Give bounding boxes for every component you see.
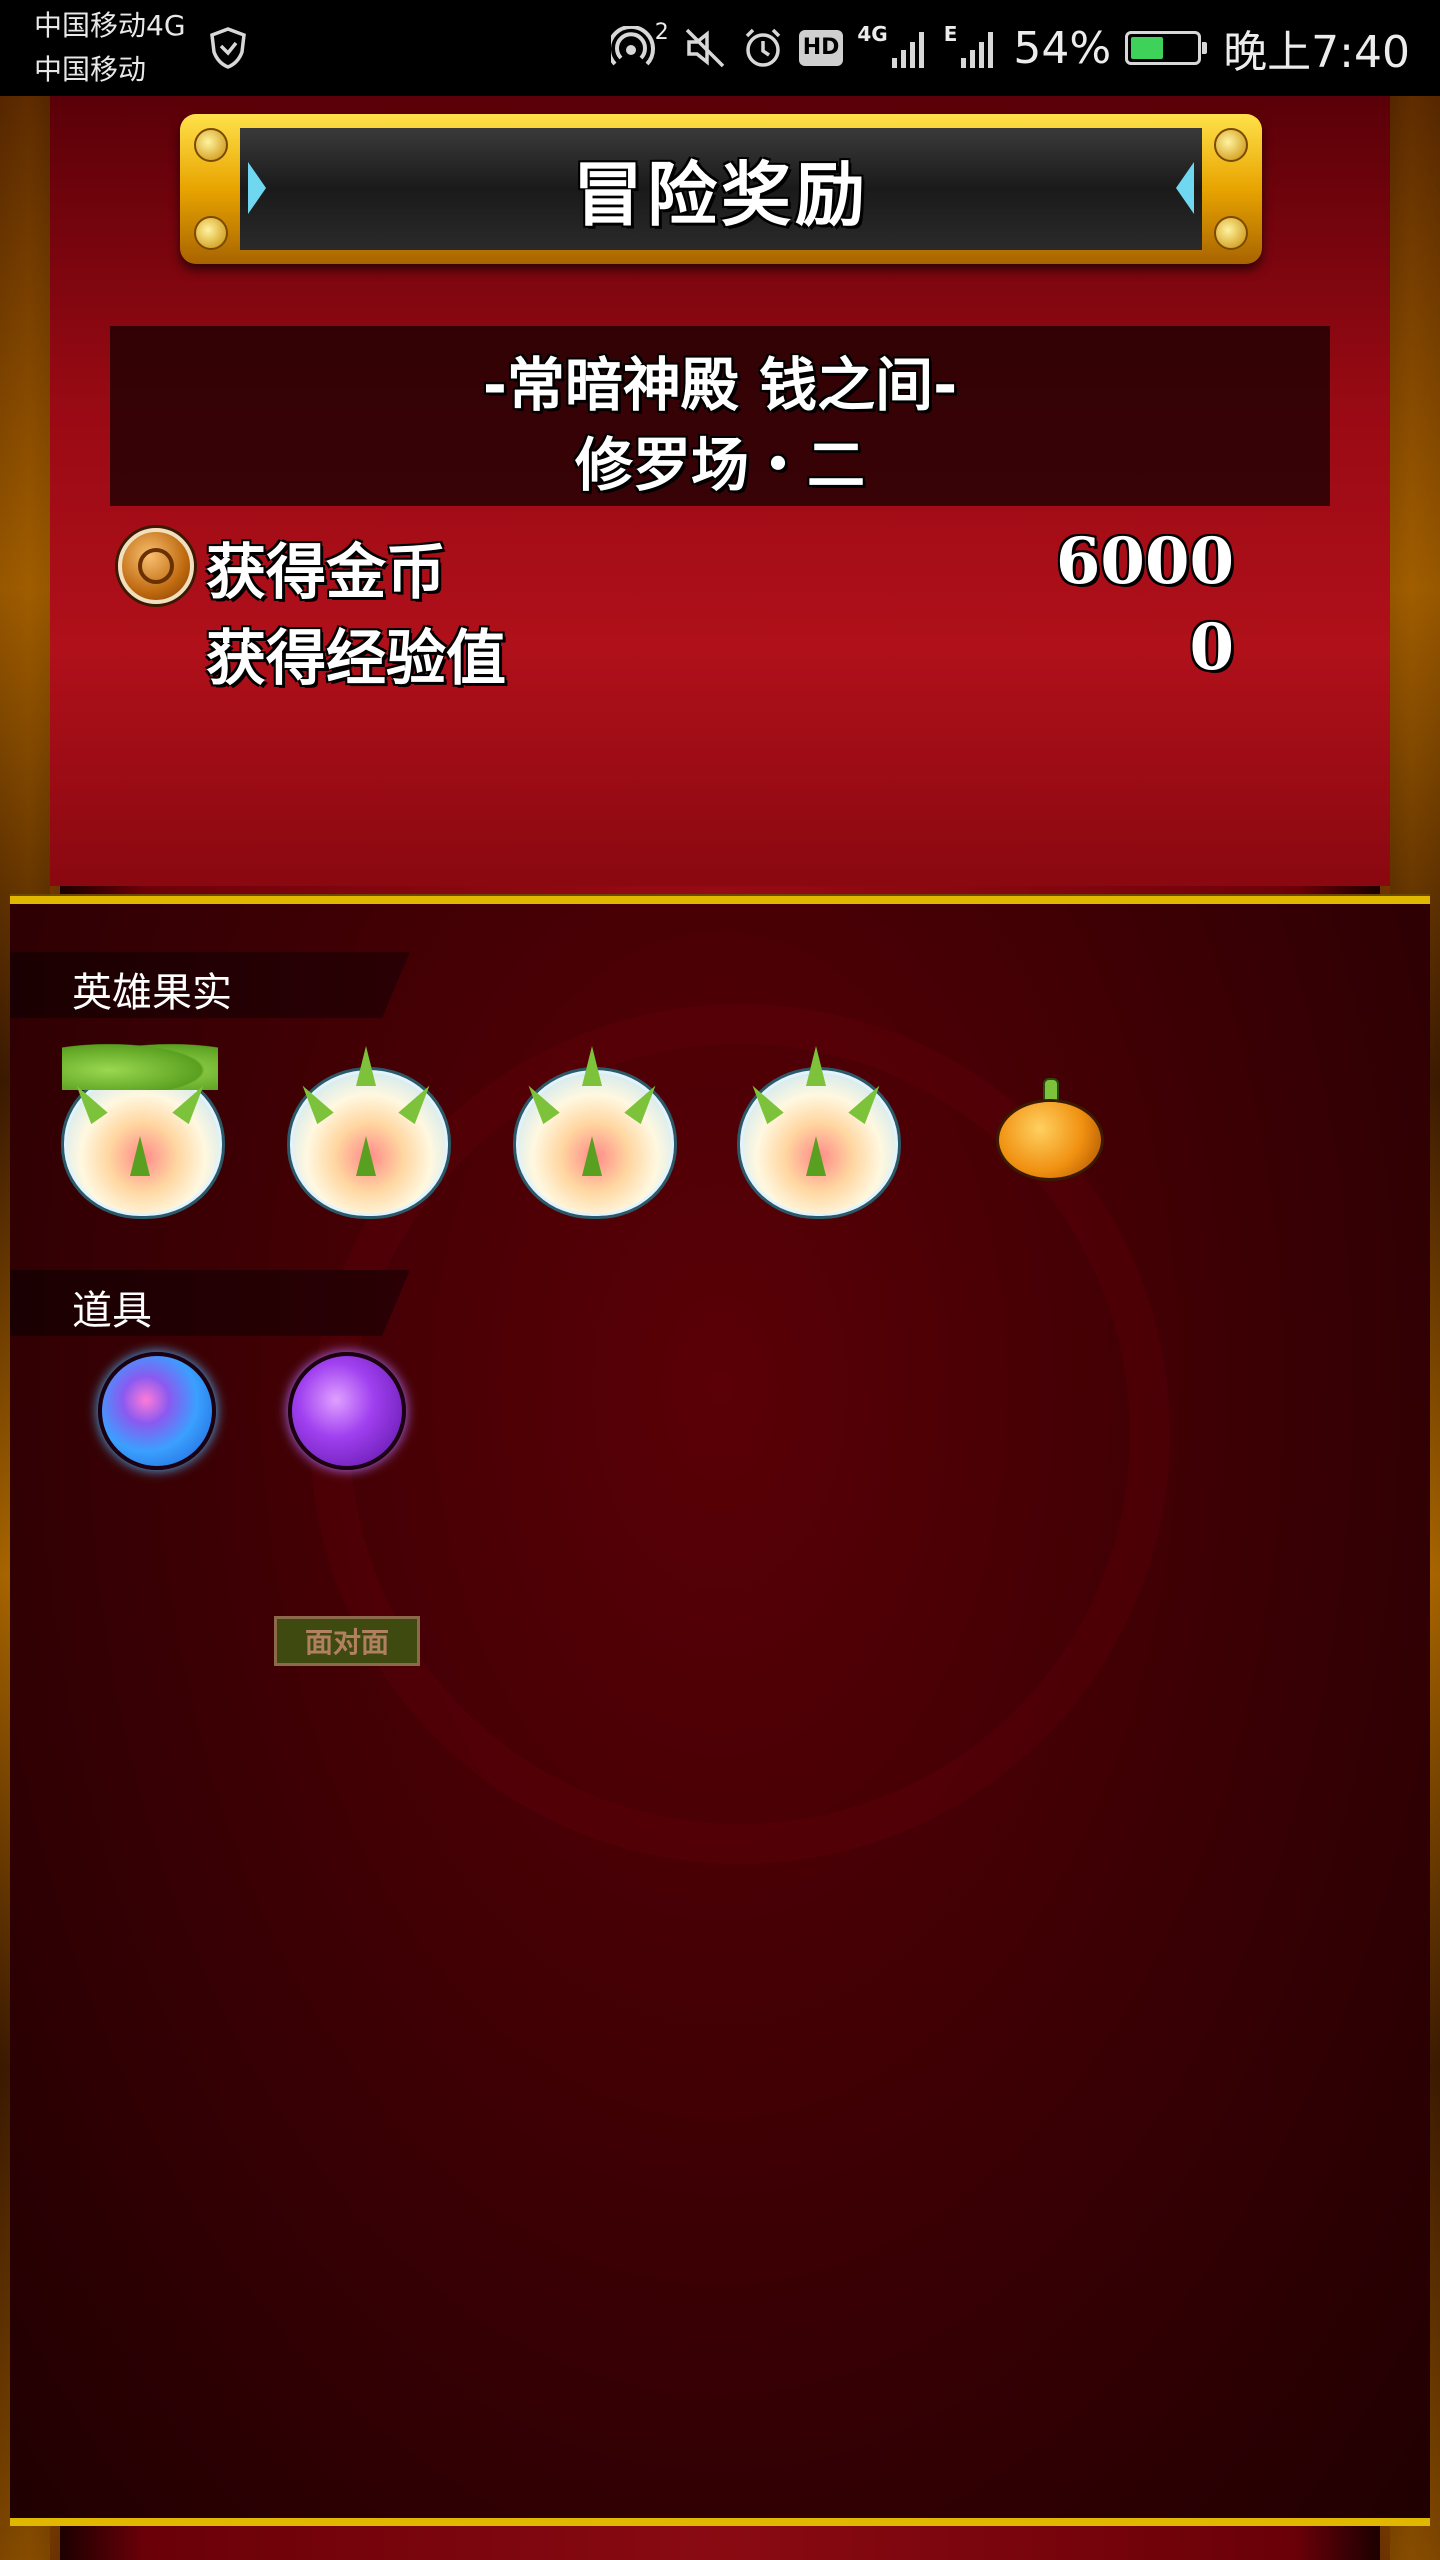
blue-gem-item[interactable] <box>98 1352 216 1470</box>
section-label: 英雄果实 <box>72 970 232 1016</box>
clock: 晚上7:40 <box>1223 27 1410 78</box>
spike-icon <box>582 1046 602 1086</box>
loot-panel: 英雄果实 道具 面对面 <box>10 896 1430 2526</box>
network-4g-label: 4G <box>857 22 888 46</box>
stage-area-name: -常暗神殿 钱之间- <box>482 351 958 419</box>
hero-fruit-item[interactable] <box>502 1040 682 1220</box>
section-label: 道具 <box>72 1288 152 1334</box>
section-header-items: 道具 <box>10 1270 410 1336</box>
spike-icon <box>582 1136 602 1176</box>
mute-icon <box>685 28 724 68</box>
battery-percent: 54% <box>1013 22 1112 74</box>
purple-gem-item[interactable] <box>288 1352 406 1470</box>
gold-label: 获得金币 <box>206 538 446 608</box>
section-header-hero-fruit: 英雄果实 <box>10 952 410 1018</box>
exp-label: 获得经验值 <box>206 624 506 694</box>
hero-fruit-item[interactable] <box>50 1040 230 1220</box>
carrier-primary: 中国移动4G <box>34 9 186 42</box>
hotspot-count: 2 <box>654 20 669 45</box>
network-e-label: E <box>943 22 958 46</box>
spike-icon <box>806 1046 826 1086</box>
pumpkin-item[interactable] <box>995 1074 1105 1184</box>
signal-icon-2 <box>961 32 994 68</box>
gold-value: 6000 <box>1055 524 1234 599</box>
alarm-icon <box>745 28 780 67</box>
gold-coin-icon <box>118 528 194 604</box>
hero-fruit-item[interactable] <box>726 1040 906 1220</box>
item-tag: 面对面 <box>274 1616 420 1666</box>
game-screen: 冒险奖励 -常暗神殿 钱之间- 修罗场・二 获得金币 6000 获得经验值 0 … <box>0 96 1440 2560</box>
stage-name-box: -常暗神殿 钱之间- 修罗场・二 <box>110 326 1330 506</box>
title-banner: 冒险奖励 <box>180 114 1262 264</box>
hotspot-icon <box>610 26 655 66</box>
spike-icon <box>356 1046 376 1086</box>
stage-level-name: 修罗场・二 <box>574 431 865 499</box>
hero-fruit-item[interactable] <box>276 1040 456 1220</box>
spike-icon <box>356 1136 376 1176</box>
battery-fill <box>1131 37 1163 59</box>
pumpkin-icon <box>999 1102 1101 1178</box>
hd-badge: HD <box>798 30 844 66</box>
page-title: 冒险奖励 <box>573 153 869 236</box>
status-bar: 中国移动4G 中国移动 2 HD 4G E 54% 晚上7:40 <box>0 0 1440 96</box>
spike-icon <box>806 1136 826 1176</box>
signal-icon-1 <box>891 32 924 68</box>
battery-icon <box>1125 31 1208 65</box>
carrier-secondary: 中国移动 <box>34 53 147 86</box>
spike-icon <box>130 1136 150 1176</box>
exp-value: 0 <box>1189 610 1234 685</box>
shield-icon <box>210 27 246 69</box>
